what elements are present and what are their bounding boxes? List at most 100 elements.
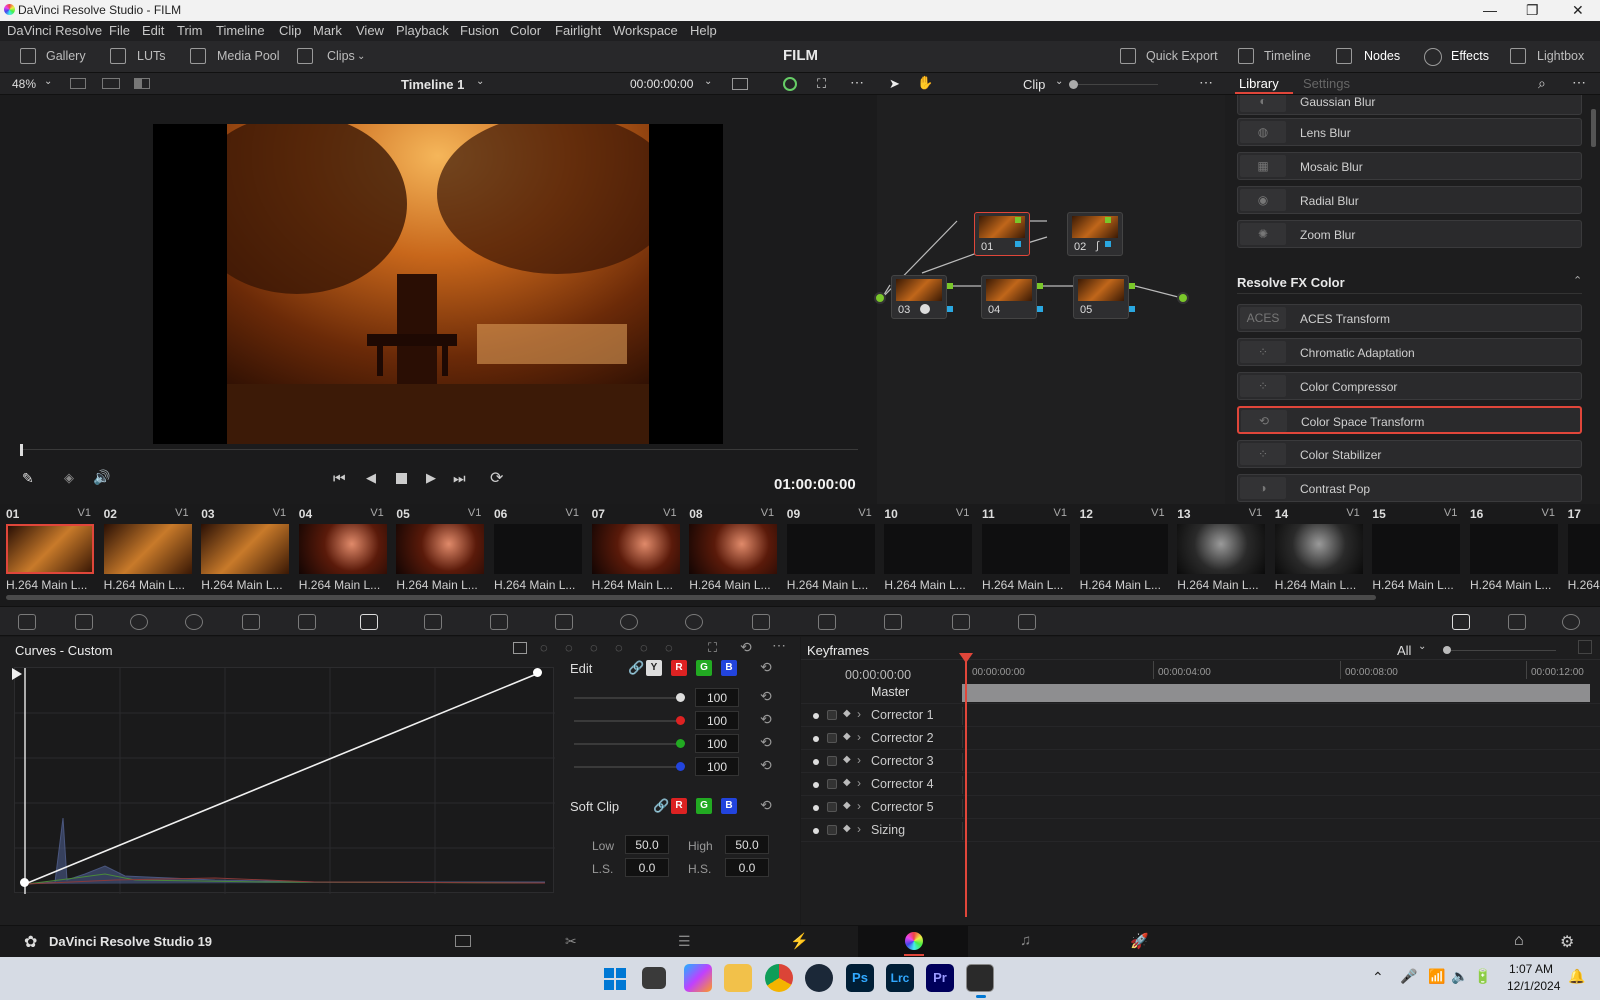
clip-thumbnail-09[interactable]: 09 V1 H.264 Main L... — [781, 504, 878, 592]
menu-workspace[interactable]: Workspace — [613, 23, 678, 38]
reset-all-icon[interactable]: ⟲ — [740, 639, 752, 656]
fx-lens-blur[interactable]: ◍ Lens Blur — [1237, 118, 1582, 146]
track-enable-dot[interactable] — [813, 713, 819, 719]
qualifier-icon[interactable] — [490, 614, 508, 630]
fullscreen-icon[interactable]: ⛶ — [817, 76, 826, 92]
fx-gaussian-blur[interactable]: ◐ Gaussian Blur — [1237, 95, 1582, 115]
fx-zoom-blur[interactable]: ✺ Zoom Blur — [1237, 220, 1582, 248]
clock-time[interactable]: 1:07 AM — [1509, 962, 1553, 976]
track-lock-icon[interactable] — [827, 756, 837, 766]
fx-aces-transform[interactable]: ACES ACES Transform — [1237, 304, 1582, 332]
y-intensity-slider[interactable] — [574, 697, 682, 699]
volume-icon[interactable]: 🔊 — [93, 469, 110, 486]
windows-start-icon[interactable] — [604, 968, 626, 990]
channel-y-toggle[interactable]: Y — [646, 660, 662, 676]
sat-vs-sat-icon[interactable]: ◌ — [640, 640, 648, 655]
soft-clip-b-toggle[interactable]: B — [721, 798, 737, 814]
b-intensity-handle[interactable] — [676, 762, 685, 771]
fairlight-page-icon[interactable]: ♫ — [1020, 932, 1031, 949]
edit-page-icon[interactable]: ☰ — [678, 933, 691, 950]
clip-thumbnail-16[interactable]: 16 V1 H.264 Main L... — [1464, 504, 1561, 592]
final-output-port[interactable] — [1177, 292, 1189, 304]
node-rgb-output-port[interactable] — [1037, 283, 1043, 289]
steam-icon[interactable] — [805, 964, 833, 992]
key-icon[interactable] — [884, 614, 902, 630]
track-diamond-icon[interactable]: ◆ — [843, 731, 851, 742]
timecode-chevron-down-icon[interactable]: ⌄ — [704, 76, 712, 87]
track-diamond-icon[interactable]: ◆ — [843, 800, 851, 811]
r-intensity-field[interactable]: 100 — [695, 711, 739, 730]
chrome-icon[interactable] — [765, 964, 793, 992]
camera-raw-icon[interactable] — [18, 614, 36, 630]
viewer-options-icon[interactable]: ⋯ — [850, 74, 864, 91]
tab-library[interactable]: Library — [1239, 76, 1279, 91]
track-lock-icon[interactable] — [827, 779, 837, 789]
r-intensity-slider[interactable] — [574, 720, 682, 722]
node-rgb-output-port[interactable] — [947, 283, 953, 289]
stop-icon[interactable] — [396, 473, 407, 484]
highlight-icon[interactable] — [783, 77, 797, 91]
color-warper-icon[interactable] — [424, 614, 442, 630]
davinci-resolve-taskbar-icon[interactable] — [966, 964, 994, 992]
hs-field[interactable]: 0.0 — [725, 858, 769, 877]
layers-icon[interactable]: ◈ — [64, 470, 74, 486]
track-expand-chevron-icon[interactable]: › — [857, 776, 861, 790]
high-field[interactable]: 50.0 — [725, 835, 769, 854]
menu-file[interactable]: File — [109, 23, 130, 38]
clip-thumbnail-14[interactable]: 14 V1 H.264 Main L... — [1269, 504, 1366, 592]
info-icon[interactable] — [1562, 614, 1580, 630]
clip-thumbnail-06[interactable]: 06 V1 H.264 Main L... — [488, 504, 585, 592]
minimize-button[interactable]: — — [1483, 2, 1497, 18]
menu-mark[interactable]: Mark — [313, 23, 342, 38]
track-expand-chevron-icon[interactable]: › — [857, 730, 861, 744]
b-reset-icon[interactable]: ⟲ — [760, 757, 772, 774]
window-icon[interactable] — [620, 614, 638, 630]
timeline-button[interactable]: Timeline — [1264, 49, 1311, 63]
kf-master-bar[interactable] — [962, 684, 1590, 702]
gallery-button[interactable]: Gallery — [46, 49, 86, 63]
kf-track-row[interactable]: ◆ › Corrector 5 — [801, 796, 1600, 819]
node-rgb-output-port[interactable] — [1015, 217, 1021, 223]
hdr-wheels-icon[interactable] — [185, 614, 203, 630]
soft-clip-r-toggle[interactable]: R — [671, 798, 687, 814]
single-viewer-icon[interactable] — [70, 78, 86, 89]
ls-field[interactable]: 0.0 — [625, 858, 669, 877]
clip-thumbnail-15[interactable]: 15 V1 H.264 Main L... — [1366, 504, 1463, 592]
play-icon[interactable]: ▶ — [426, 470, 436, 486]
node-04[interactable]: 04 — [981, 275, 1037, 319]
section-resolve-fx-color[interactable]: Resolve FX Color — [1237, 275, 1345, 290]
settings-gear-icon[interactable]: ⚙ — [1560, 932, 1574, 952]
clip-thumbnail-03[interactable]: 03 V1 H.264 Main L... — [195, 504, 292, 592]
g-reset-icon[interactable]: ⟲ — [760, 734, 772, 751]
kf-playhead-handle[interactable] — [959, 653, 973, 663]
loop-icon[interactable]: ⟳ — [490, 468, 503, 488]
edit-reset-icon[interactable]: ⟲ — [760, 659, 772, 676]
lightroom-classic-icon[interactable]: Lrc — [886, 964, 914, 992]
show-hidden-icons-chevron-up-icon[interactable]: ⌃ — [1372, 969, 1384, 986]
track-expand-chevron-icon[interactable]: › — [857, 707, 861, 721]
clips-chevron-down-icon[interactable]: ⌄ — [357, 51, 365, 62]
sizing-icon[interactable] — [952, 614, 970, 630]
hue-vs-lum-icon[interactable]: ◌ — [590, 640, 598, 655]
magic-mask-icon[interactable] — [752, 614, 770, 630]
menu-playback[interactable]: Playback — [396, 23, 449, 38]
soft-clip-reset-icon[interactable]: ⟲ — [760, 797, 772, 814]
track-enable-dot[interactable] — [813, 736, 819, 742]
color-picker-icon[interactable]: ✎ — [22, 470, 34, 487]
section-chevron-up-icon[interactable]: ⌃ — [1573, 274, 1582, 287]
clip-thumbnail-17[interactable]: 17 H.264 — [1562, 504, 1600, 592]
channel-r-toggle[interactable]: R — [671, 660, 687, 676]
home-icon[interactable]: ⌂ — [1514, 932, 1524, 950]
y-reset-icon[interactable]: ⟲ — [760, 688, 772, 705]
curve-graph[interactable] — [14, 667, 555, 894]
premiere-pro-icon[interactable]: Pr — [926, 964, 954, 992]
library-scrollbar[interactable] — [1591, 109, 1596, 147]
r-intensity-handle[interactable] — [676, 716, 685, 725]
clip-thumbnail-07[interactable]: 07 V1 H.264 Main L... — [586, 504, 683, 592]
node-key-output-port[interactable] — [1105, 241, 1111, 247]
clips-scrollbar[interactable] — [6, 595, 1376, 600]
hand-tool-icon[interactable]: ✋ — [917, 75, 933, 91]
clip-thumbnail-12[interactable]: 12 V1 H.264 Main L... — [1074, 504, 1171, 592]
kf-playhead[interactable] — [965, 655, 967, 917]
kf-track-row[interactable]: ◆ › Corrector 1 — [801, 704, 1600, 727]
